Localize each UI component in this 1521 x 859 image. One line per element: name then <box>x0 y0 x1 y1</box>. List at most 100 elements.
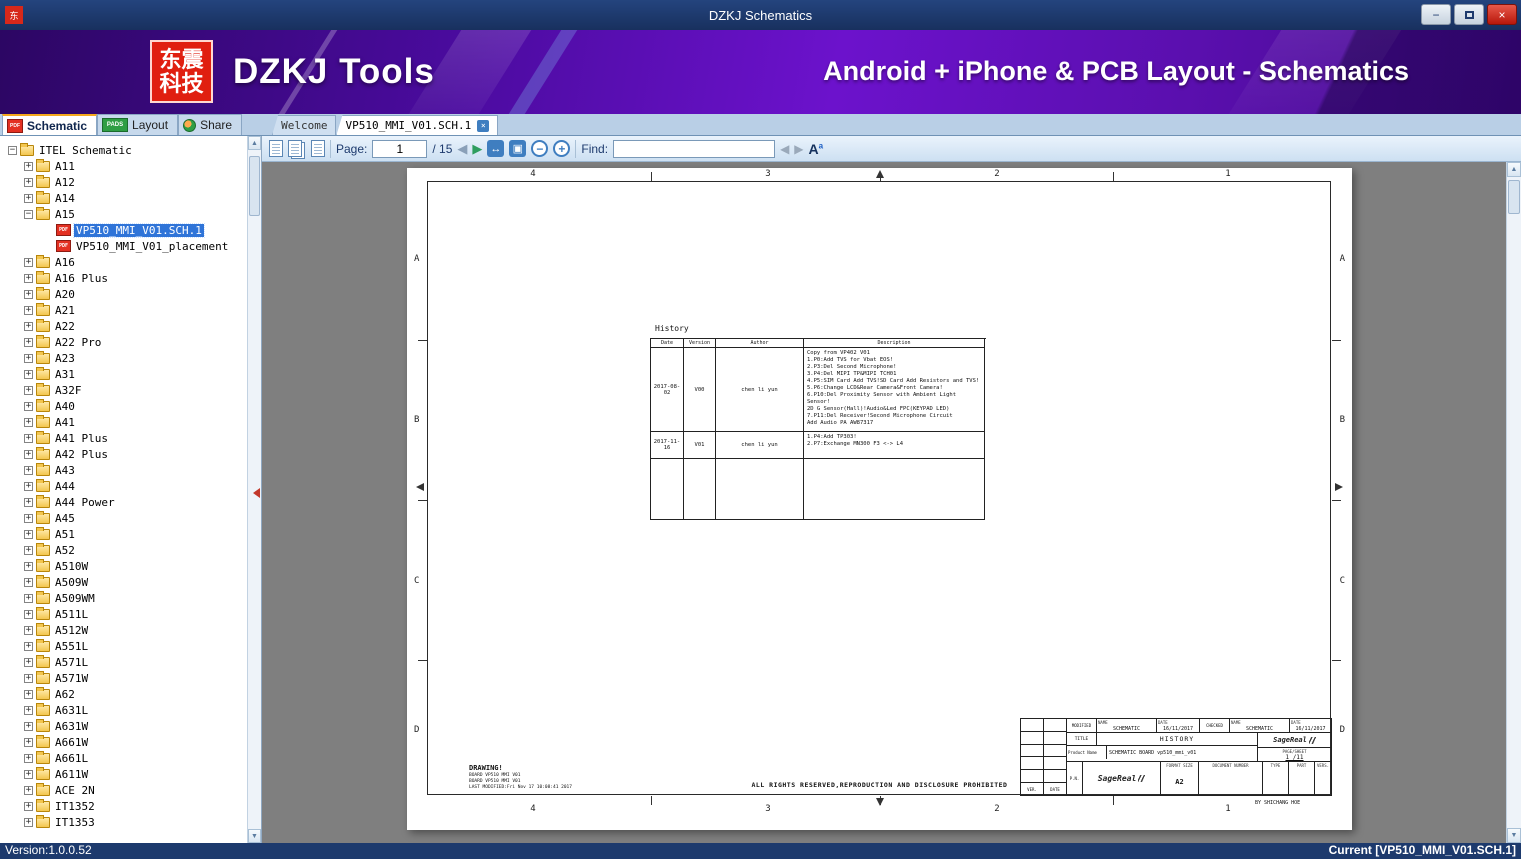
next-page-icon[interactable]: ▶ <box>472 142 482 155</box>
tree-expander-icon[interactable]: + <box>24 481 33 491</box>
tree-expander-icon[interactable]: + <box>24 257 33 267</box>
fit-width-icon[interactable]: ↔ <box>487 140 505 157</box>
tree-item[interactable]: + A661W <box>0 734 247 750</box>
pdf-viewer[interactable]: 4 3 2 1 4 3 2 1 A B C D A B C D History … <box>262 162 1521 843</box>
tree-item[interactable]: + A12 <box>0 174 247 190</box>
tree-item[interactable]: + A51 <box>0 526 247 542</box>
tree-expander-icon[interactable]: + <box>24 385 33 395</box>
page-copy-icon[interactable] <box>311 140 325 157</box>
tree-item[interactable]: + A631W <box>0 718 247 734</box>
tree-item[interactable]: + A52 <box>0 542 247 558</box>
tree-expander-icon[interactable]: + <box>24 401 33 411</box>
tree-item[interactable]: + A45 <box>0 510 247 526</box>
scroll-up-icon[interactable]: ▲ <box>1507 162 1521 177</box>
tree-item[interactable]: + A11 <box>0 158 247 174</box>
tree-item[interactable]: + A16 Plus <box>0 270 247 286</box>
tree-item[interactable]: + A511L <box>0 606 247 622</box>
sidebar-collapse-icon[interactable] <box>253 488 260 498</box>
tree-item[interactable]: + A62 <box>0 686 247 702</box>
tree-item[interactable]: PDF VP510_MMI_V01_placement <box>0 238 247 254</box>
tree-expander-icon[interactable]: − <box>24 209 33 219</box>
tree-item[interactable]: + A611W <box>0 766 247 782</box>
tree-expander-icon[interactable]: + <box>24 577 33 587</box>
tree-item[interactable]: + A22 Pro <box>0 334 247 350</box>
tree-expander-icon[interactable]: + <box>24 689 33 699</box>
tree-item[interactable]: + A631L <box>0 702 247 718</box>
single-page-view-icon[interactable] <box>269 140 283 157</box>
find-next-icon[interactable]: ▶ <box>794 142 803 156</box>
tree-expander-icon[interactable]: − <box>8 145 17 155</box>
tree-expander-icon[interactable]: + <box>24 785 33 795</box>
zoom-out-icon[interactable]: − <box>531 140 549 157</box>
tree-item[interactable]: + A44 <box>0 478 247 494</box>
tree-item[interactable]: + A551L <box>0 638 247 654</box>
tree-item[interactable]: − A15 <box>0 206 247 222</box>
tree-item[interactable]: + A14 <box>0 190 247 206</box>
tree-expander-icon[interactable]: + <box>24 273 33 283</box>
tree-item[interactable]: + A43 <box>0 462 247 478</box>
minimize-button[interactable]: − <box>1421 4 1451 25</box>
tree-expander-icon[interactable]: + <box>24 609 33 619</box>
page-number-input[interactable] <box>372 139 428 158</box>
scroll-down-icon[interactable]: ▼ <box>1507 828 1521 843</box>
find-prev-icon[interactable]: ◀ <box>780 142 789 156</box>
tree-expander-icon[interactable]: + <box>24 465 33 475</box>
tree-expander-icon[interactable]: + <box>24 593 33 603</box>
tree-item[interactable]: + ACE 2N <box>0 782 247 798</box>
sidebar-scrollbar-thumb[interactable] <box>249 156 260 216</box>
viewer-scrollbar-thumb[interactable] <box>1508 180 1520 214</box>
tree-item[interactable]: + A571L <box>0 654 247 670</box>
tree-item[interactable]: + A512W <box>0 622 247 638</box>
tree-expander-icon[interactable]: + <box>24 497 33 507</box>
tree-expander-icon[interactable]: + <box>24 513 33 523</box>
tree-expander-icon[interactable]: + <box>24 449 33 459</box>
tree-expander-icon[interactable]: + <box>24 721 33 731</box>
tree-expander-icon[interactable]: + <box>24 369 33 379</box>
tree-expander-icon[interactable]: + <box>24 753 33 763</box>
tree-item[interactable]: + A41 <box>0 414 247 430</box>
tree-item[interactable]: + A509W <box>0 574 247 590</box>
maximize-button[interactable] <box>1454 4 1484 25</box>
tree-item[interactable]: + A20 <box>0 286 247 302</box>
tree-item[interactable]: + IT1352 <box>0 798 247 814</box>
find-input[interactable] <box>613 139 776 158</box>
tree-expander-icon[interactable]: + <box>24 433 33 443</box>
tree-expander-icon[interactable]: + <box>24 161 33 171</box>
tab-schematic[interactable]: PDF Schematic <box>2 114 98 135</box>
tree-item[interactable]: + A661L <box>0 750 247 766</box>
tree-expander-icon[interactable]: + <box>24 193 33 203</box>
tree-expander-icon[interactable]: + <box>24 625 33 635</box>
tree-item[interactable]: − ITEL Schematic <box>0 142 247 158</box>
tree-expander-icon[interactable] <box>44 242 53 251</box>
tree-expander-icon[interactable]: + <box>24 177 33 187</box>
tree-item[interactable]: + A31 <box>0 366 247 382</box>
tree-item[interactable]: + A509WM <box>0 590 247 606</box>
tree-expander-icon[interactable]: + <box>24 337 33 347</box>
tree-expander-icon[interactable]: + <box>24 305 33 315</box>
tree-expander-icon[interactable]: + <box>24 737 33 747</box>
tree-item[interactable]: + A16 <box>0 254 247 270</box>
tree-item[interactable]: + A23 <box>0 350 247 366</box>
tree-expander-icon[interactable]: + <box>24 545 33 555</box>
tab-layout[interactable]: PADS Layout <box>97 114 179 135</box>
tree-expander-icon[interactable]: + <box>24 353 33 363</box>
tree-item[interactable]: + IT1353 <box>0 814 247 830</box>
tree-item[interactable]: + A22 <box>0 318 247 334</box>
tree-item[interactable]: + A21 <box>0 302 247 318</box>
text-size-icon[interactable]: Aa <box>809 141 824 157</box>
close-button[interactable]: × <box>1487 4 1517 25</box>
tab-share[interactable]: Share <box>178 114 243 135</box>
zoom-in-icon[interactable]: + <box>553 140 571 157</box>
tree-expander-icon[interactable]: + <box>24 769 33 779</box>
viewer-scrollbar[interactable]: ▲ ▼ <box>1506 162 1521 843</box>
tree-expander-icon[interactable]: + <box>24 801 33 811</box>
tree-expander-icon[interactable]: + <box>24 529 33 539</box>
tree-item[interactable]: + A571W <box>0 670 247 686</box>
tree-item[interactable]: PDF VP510_MMI_V01.SCH.1 <box>0 222 247 238</box>
tree-item[interactable]: + A40 <box>0 398 247 414</box>
tab-document[interactable]: VP510_MMI_V01.SCH.1 × <box>336 115 499 135</box>
tree-expander-icon[interactable] <box>44 226 53 235</box>
tree-expander-icon[interactable]: + <box>24 705 33 715</box>
tree-expander-icon[interactable]: + <box>24 657 33 667</box>
tree-expander-icon[interactable]: + <box>24 417 33 427</box>
